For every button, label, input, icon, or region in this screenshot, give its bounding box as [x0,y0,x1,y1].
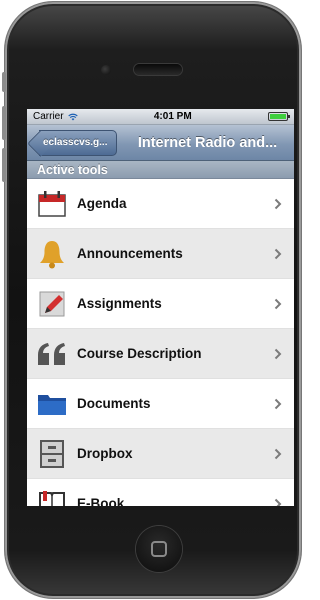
calendar-icon [35,187,69,221]
cabinet-icon [35,437,69,471]
chevron-right-icon [274,398,282,409]
list-item-label: Assignments [77,296,162,311]
home-button[interactable] [136,526,182,572]
back-button[interactable]: eclasscvs.g... [39,129,117,156]
volume-down-button [2,148,6,182]
list-item-label: Agenda [77,196,127,211]
chevron-right-icon [274,348,282,359]
list-item-course-description[interactable]: Course Description [27,329,294,379]
folder-icon [35,387,69,421]
screen: Carrier 4:01 PM eclasscvs.g... Internet … [27,109,294,506]
status-bar: Carrier 4:01 PM [27,109,294,125]
section-header: Active tools [27,161,294,179]
list-item-label: Documents [77,396,151,411]
list-item-label: Announcements [77,246,183,261]
list-item-label: E-Book [77,496,125,506]
back-button-label: eclasscvs.g... [43,137,108,148]
volume-up-button [2,106,6,140]
chevron-right-icon [274,298,282,309]
chevron-right-icon [274,248,282,259]
earpiece-speaker [134,64,182,75]
list-item-announcements[interactable]: Announcements [27,229,294,279]
home-square-icon [151,541,167,557]
quote-icon [35,337,69,371]
list-item-agenda[interactable]: Agenda [27,179,294,229]
wifi-icon [67,113,78,120]
list-item-dropbox[interactable]: Dropbox [27,429,294,479]
battery-icon [267,112,290,121]
book-icon [35,487,69,506]
carrier-label: Carrier [33,111,64,122]
chevron-right-icon [274,498,282,506]
battery-fill [269,114,286,119]
list-item-documents[interactable]: Documents [27,379,294,429]
list-item-e-book[interactable]: E-Book [27,479,294,506]
status-left: Carrier [33,111,78,122]
navigation-bar: eclasscvs.g... Internet Radio and... [27,125,294,161]
tool-list: Agenda Announcements Assignments Course … [27,179,294,506]
chevron-right-icon [274,198,282,209]
list-item-label: Dropbox [77,446,133,461]
mute-switch [2,72,6,92]
list-item-assignments[interactable]: Assignments [27,279,294,329]
status-time: 4:01 PM [153,111,192,122]
front-camera [101,65,111,75]
chevron-right-icon [274,448,282,459]
pencil-paper-icon [35,287,69,321]
page-title: Internet Radio and... [137,134,278,151]
list-item-label: Course Description [77,346,202,361]
bell-icon [35,237,69,271]
